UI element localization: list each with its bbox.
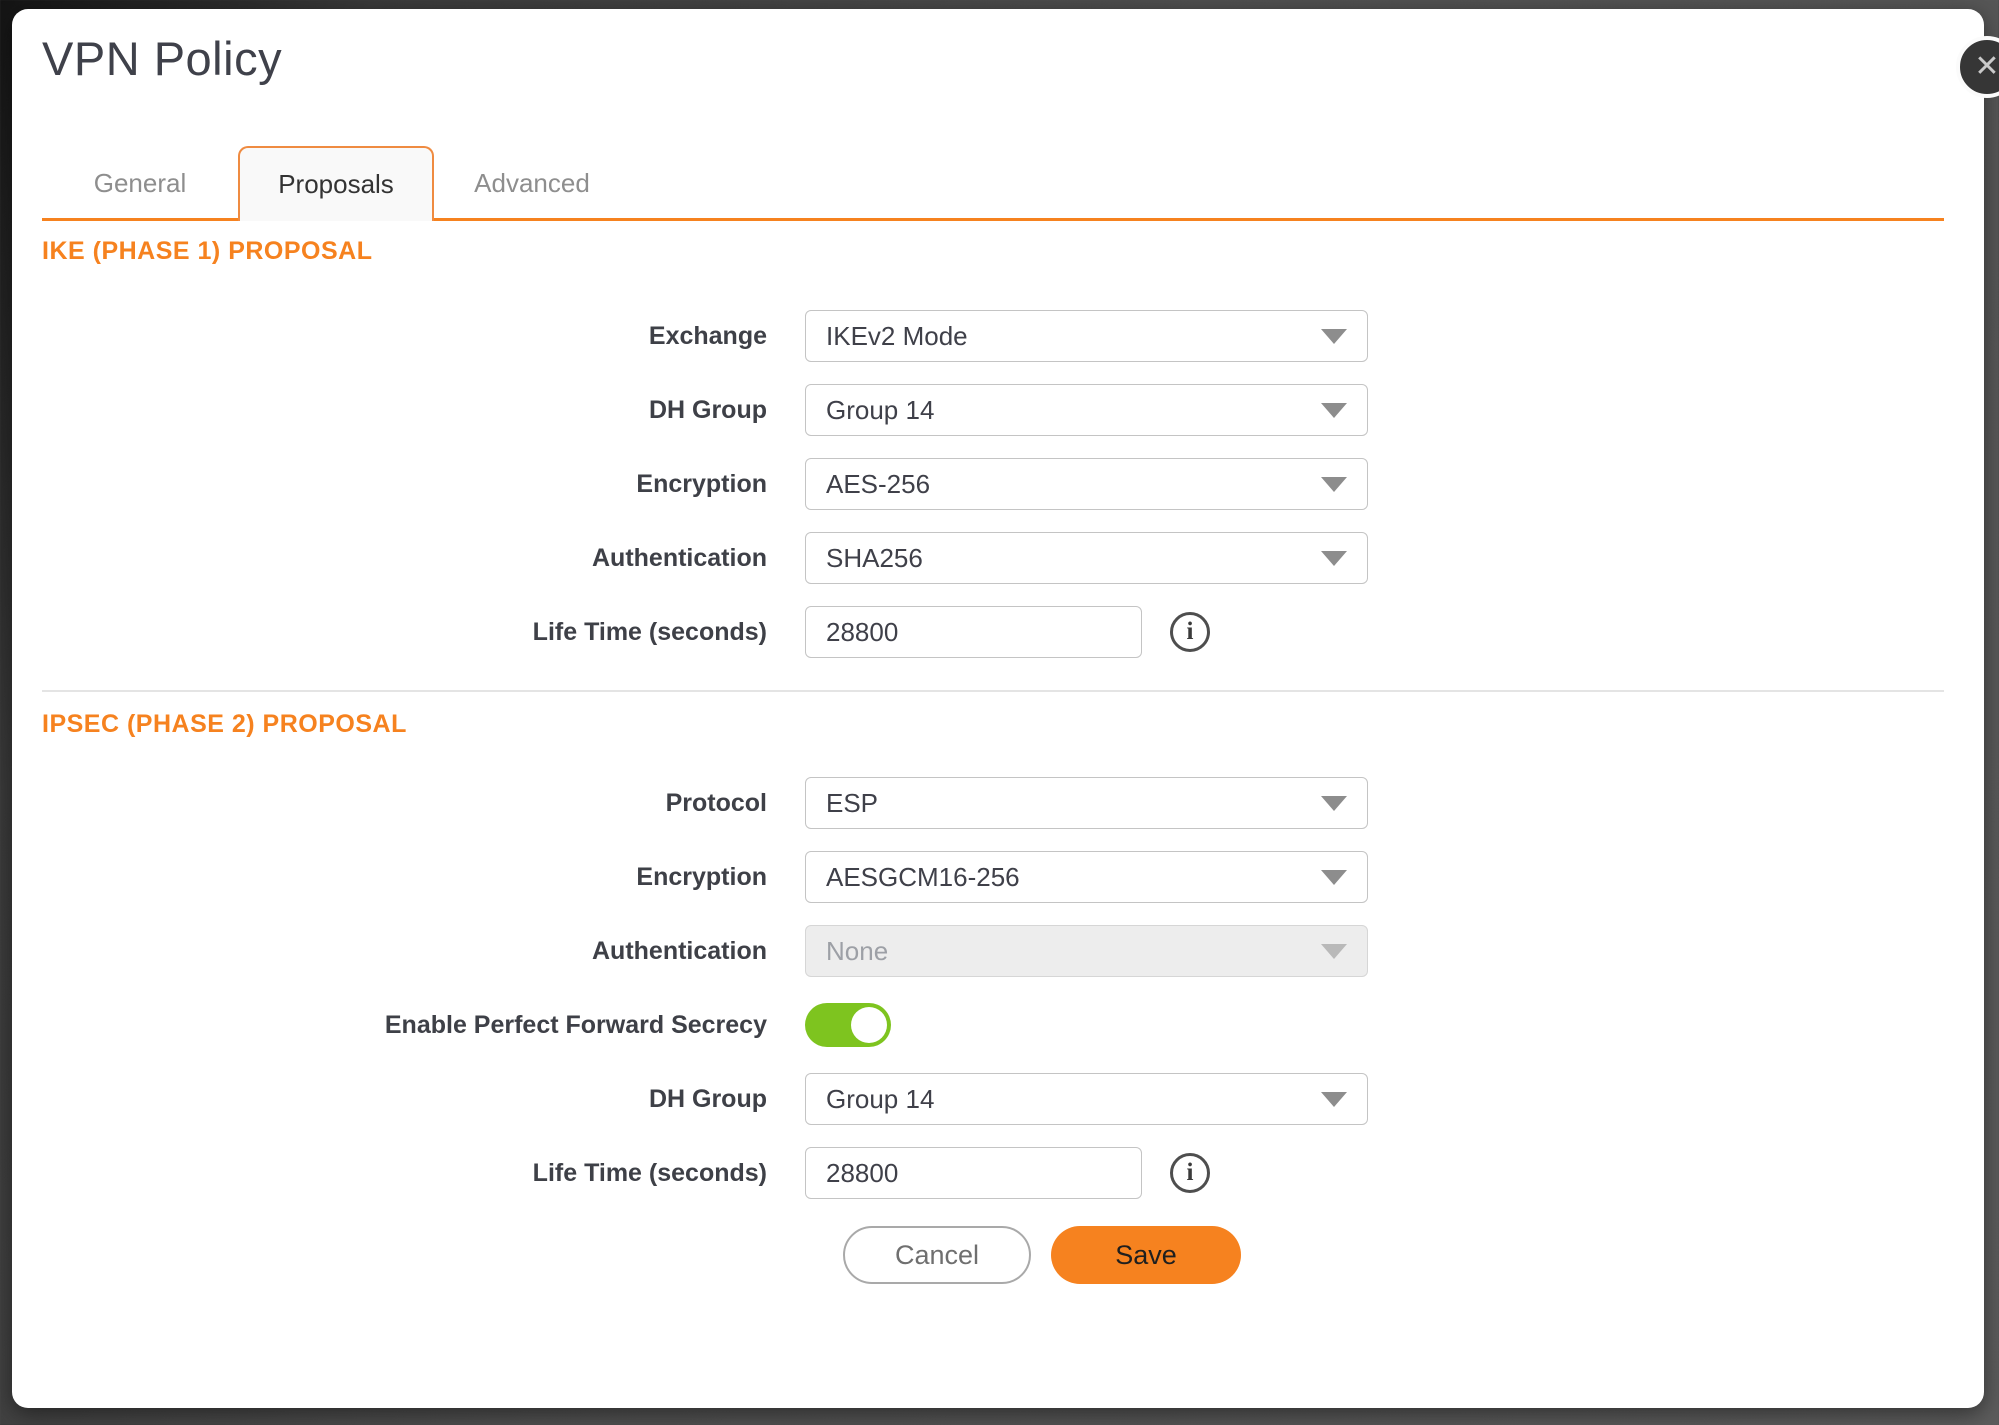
ike-authentication-value: SHA256 xyxy=(826,543,923,574)
ike-dh-group-select[interactable]: Group 14 xyxy=(805,384,1368,436)
page-title: VPN Policy xyxy=(42,31,1984,86)
exchange-select[interactable]: IKEv2 Mode xyxy=(805,310,1368,362)
ipsec-encryption-row: Encryption AESGCM16-256 xyxy=(42,851,1984,903)
ipsec-life-time-label: Life Time (seconds) xyxy=(42,1159,805,1188)
ike-authentication-label: Authentication xyxy=(42,544,805,573)
ike-life-time-label: Life Time (seconds) xyxy=(42,618,805,647)
ipsec-life-time-row: Life Time (seconds) i xyxy=(42,1147,1984,1199)
ike-encryption-value: AES-256 xyxy=(826,469,930,500)
ipsec-dh-group-value: Group 14 xyxy=(826,1084,934,1115)
tab-advanced[interactable]: Advanced xyxy=(434,146,630,221)
pfs-label: Enable Perfect Forward Secrecy xyxy=(42,1011,805,1040)
tab-proposals[interactable]: Proposals xyxy=(238,146,434,221)
info-icon[interactable]: i xyxy=(1170,612,1210,652)
ipsec-life-time-input[interactable] xyxy=(805,1147,1142,1199)
ipsec-phase2-heading: IPSEC (PHASE 2) PROPOSAL xyxy=(42,710,1984,739)
dialog-footer: Cancel Save xyxy=(843,1226,1984,1284)
tab-bar: General Proposals Advanced xyxy=(42,146,1944,221)
ipsec-encryption-label: Encryption xyxy=(42,863,805,892)
ike-life-time-input[interactable] xyxy=(805,606,1142,658)
ike-phase1-section: Exchange IKEv2 Mode DH Group Group 14 En… xyxy=(12,310,1984,658)
protocol-select[interactable]: ESP xyxy=(805,777,1368,829)
ipsec-authentication-value: None xyxy=(826,936,888,967)
tab-proposals-label: Proposals xyxy=(278,169,394,200)
dropdown-arrow-icon xyxy=(1321,944,1347,959)
pfs-toggle[interactable] xyxy=(805,1003,891,1047)
tab-advanced-label: Advanced xyxy=(474,168,590,199)
ike-life-time-row: Life Time (seconds) i xyxy=(42,606,1984,658)
ipsec-authentication-select: None xyxy=(805,925,1368,977)
ipsec-dh-group-label: DH Group xyxy=(42,1085,805,1114)
dropdown-arrow-icon xyxy=(1321,403,1347,418)
dropdown-arrow-icon xyxy=(1321,329,1347,344)
section-divider xyxy=(42,690,1944,692)
ike-dh-group-row: DH Group Group 14 xyxy=(42,384,1984,436)
ike-encryption-label: Encryption xyxy=(42,470,805,499)
dropdown-arrow-icon xyxy=(1321,551,1347,566)
ike-dh-group-label: DH Group xyxy=(42,396,805,425)
pfs-row: Enable Perfect Forward Secrecy xyxy=(42,999,1984,1051)
info-icon[interactable]: i xyxy=(1170,1153,1210,1193)
ipsec-authentication-label: Authentication xyxy=(42,937,805,966)
ike-authentication-row: Authentication SHA256 xyxy=(42,532,1984,584)
exchange-label: Exchange xyxy=(42,322,805,351)
exchange-value: IKEv2 Mode xyxy=(826,321,968,352)
ipsec-dh-group-select[interactable]: Group 14 xyxy=(805,1073,1368,1125)
ike-authentication-select[interactable]: SHA256 xyxy=(805,532,1368,584)
save-button[interactable]: Save xyxy=(1051,1226,1241,1284)
dropdown-arrow-icon xyxy=(1321,796,1347,811)
exchange-row: Exchange IKEv2 Mode xyxy=(42,310,1984,362)
dropdown-arrow-icon xyxy=(1321,477,1347,492)
ipsec-encryption-select[interactable]: AESGCM16-256 xyxy=(805,851,1368,903)
protocol-label: Protocol xyxy=(42,789,805,818)
ipsec-dh-group-row: DH Group Group 14 xyxy=(42,1073,1984,1125)
cancel-button[interactable]: Cancel xyxy=(843,1226,1031,1284)
dropdown-arrow-icon xyxy=(1321,1092,1347,1107)
dropdown-arrow-icon xyxy=(1321,870,1347,885)
protocol-row: Protocol ESP xyxy=(42,777,1984,829)
ike-dh-group-value: Group 14 xyxy=(826,395,934,426)
ipsec-authentication-row: Authentication None xyxy=(42,925,1984,977)
toggle-knob xyxy=(851,1007,887,1043)
tab-general-label: General xyxy=(94,168,187,199)
ipsec-encryption-value: AESGCM16-256 xyxy=(826,862,1020,893)
ike-phase1-heading: IKE (PHASE 1) PROPOSAL xyxy=(42,237,1984,266)
ike-encryption-row: Encryption AES-256 xyxy=(42,458,1984,510)
vpn-policy-dialog: VPN Policy General Proposals Advanced IK… xyxy=(12,9,1984,1408)
tab-general[interactable]: General xyxy=(42,146,238,221)
ike-encryption-select[interactable]: AES-256 xyxy=(805,458,1368,510)
ipsec-phase2-section: Protocol ESP Encryption AESGCM16-256 Aut… xyxy=(12,777,1984,1199)
protocol-value: ESP xyxy=(826,788,878,819)
